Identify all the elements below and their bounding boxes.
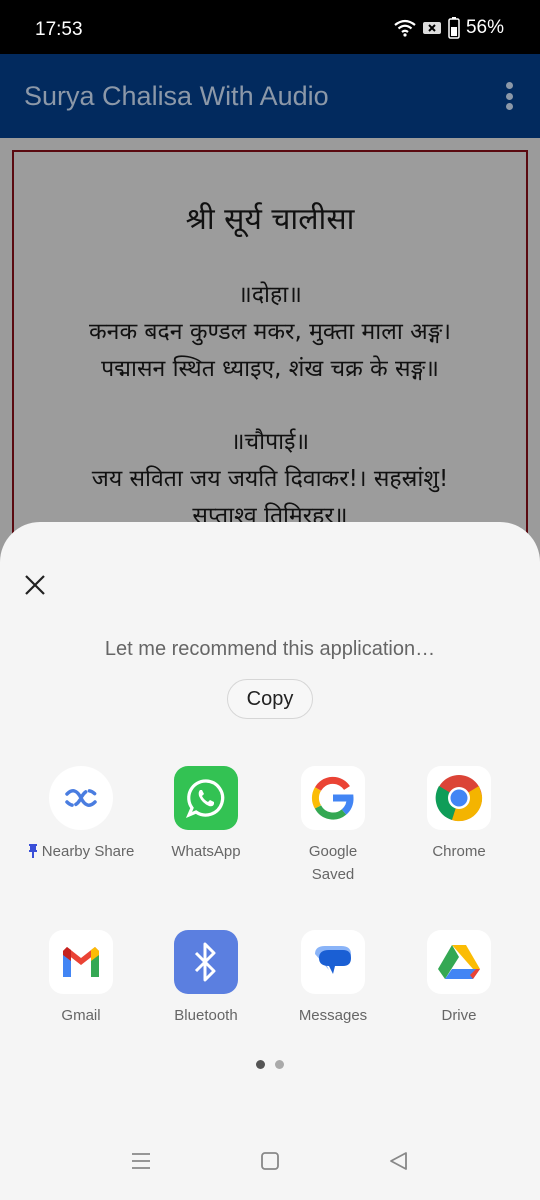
share-target-chrome[interactable]: Chrome [394,766,524,863]
chalisa-title: श्री सूर्य चालीसा [185,202,355,237]
back-icon[interactable] [388,1150,410,1172]
app-label: Google [308,843,358,860]
status-time: 17:53 [35,19,83,40]
app-label: Nearby Share [41,843,135,860]
wifi-icon [394,19,416,37]
share-target-bluetooth[interactable]: Bluetooth [141,930,271,1027]
no-sim-icon [422,22,441,34]
share-sheet: Let me recommend this application… Copy … [0,522,540,1200]
doha-heading: ॥दोहा॥ [238,282,302,308]
app-label: Gmail [61,1007,101,1024]
page-dot-active [256,1060,265,1069]
app-title: Surya Chalisa With Audio [24,81,329,111]
chrome-icon [427,766,491,830]
verse-line: कनक बदन कुण्डल मकर, मुक्ता माला अङ्ग। [89,319,451,345]
battery-icon [448,17,460,39]
chaupai-heading: ॥चौपाई॥ [230,429,310,455]
app-label: Drive [441,1007,477,1024]
drive-icon [427,930,491,994]
copy-button[interactable]: Copy [227,679,313,719]
more-vert-icon[interactable] [504,82,514,110]
pin-icon [28,844,37,858]
app-bar: Surya Chalisa With Audio [0,54,540,138]
app-label: Chrome [432,843,486,860]
google-icon [301,766,365,830]
bluetooth-icon [174,930,238,994]
page-dot [275,1060,284,1069]
status-icons: 56% [394,17,504,39]
app-label: Saved [311,866,355,883]
share-target-whatsapp[interactable]: WhatsApp [141,766,271,863]
verse-line: पद्मासन स्थित ध्याइए, शंख चक्र के सङ्ग॥ [101,356,439,382]
gmail-icon [49,930,113,994]
share-target-gmail[interactable]: Gmail [16,930,146,1027]
home-icon[interactable] [259,1150,281,1172]
share-target-messages[interactable]: Messages [268,930,398,1027]
recents-icon[interactable] [130,1150,152,1172]
app-label: Bluetooth [174,1007,238,1024]
verse-line: जय सविता जय जयति दिवाकर!। सहस्रांशु! [91,466,449,492]
nearby-share-icon [49,766,113,830]
share-target-google-saved[interactable]: Google Saved [268,766,398,886]
share-target-nearby-share[interactable]: Nearby Share [16,766,146,863]
app-label: WhatsApp [171,843,241,860]
battery-percent: 56% [465,17,504,38]
app-label: Messages [298,1007,368,1024]
page-indicator [256,1060,284,1069]
share-target-drive[interactable]: Drive [394,930,524,1027]
close-icon[interactable] [20,570,50,600]
messages-icon [301,930,365,994]
whatsapp-icon [174,766,238,830]
status-bar: 17:53 56% [0,0,540,54]
share-message: Let me recommend this application… [104,638,436,660]
